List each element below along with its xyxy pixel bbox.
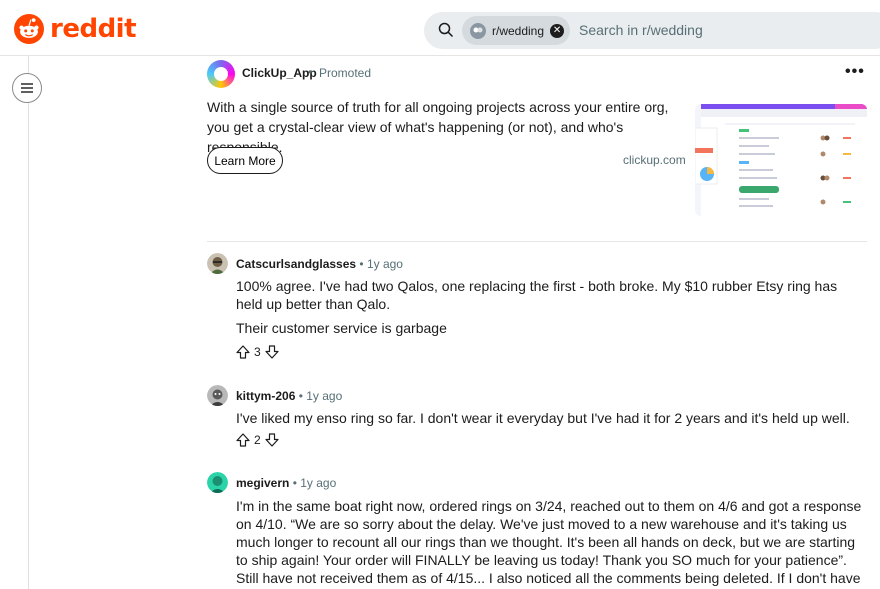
comment-timestamp: • 1y ago [298,389,343,403]
upvote-icon[interactable] [236,433,250,447]
comment-body: 100% agree. I've had two Qalos, one repl… [236,277,866,343]
upvote-icon[interactable] [236,345,250,359]
comment-author[interactable]: megivern • 1y ago [236,476,336,490]
search-input[interactable]: Search in r/wedding [579,22,703,38]
learn-more-button[interactable]: Learn More [207,147,283,174]
top-header: reddit r/wedding ✕ Search in r/wedding [0,0,880,56]
reddit-snoo-icon [14,14,44,44]
reddit-logo[interactable]: reddit [14,14,137,44]
comment: kittym-206 • 1y ago I've liked my enso r… [207,385,872,453]
search-bar[interactable]: r/wedding ✕ Search in r/wedding [424,12,880,49]
vote-score: 3 [254,345,261,359]
left-rail-divider [28,56,29,589]
clickup-logo-icon[interactable] [207,60,235,88]
comment-author[interactable]: Catscurlsandglasses • 1y ago [236,257,403,271]
reddit-wordmark: reddit [50,14,137,44]
more-options-icon[interactable]: ••• [845,63,865,81]
comment-author[interactable]: kittym-206 • 1y ago [236,389,342,403]
promoted-post: ClickUp_App • Promoted ••• With a single… [207,56,867,242]
subreddit-avatar-icon [470,22,486,39]
comment: megivern • 1y ago I'm in the same boat r… [207,472,872,589]
comment-paragraph: I've liked my enso ring so far. I don't … [236,410,850,426]
comment-body: I've liked my enso ring so far. I don't … [236,409,866,433]
subreddit-chip-label: r/wedding [492,23,545,38]
comment-paragraph: 100% agree. I've had two Qalos, one repl… [236,278,838,312]
promoted-label: Promoted [319,66,372,80]
comment-timestamp: • 1y ago [292,476,337,490]
vote-score: 2 [254,433,261,447]
ad-thumbnail-image[interactable] [695,104,867,216]
downvote-icon[interactable] [265,345,279,359]
meta-separator: • [308,65,313,79]
ad-body-text: With a single source of truth for all on… [207,99,669,155]
user-avatar[interactable] [207,385,228,406]
subreddit-scope-chip[interactable]: r/wedding ✕ [462,16,571,45]
hamburger-icon [21,83,33,93]
comment-paragraph: I'm in the same boat right now, ordered … [236,498,862,589]
comment-timestamp: • 1y ago [359,257,403,271]
comment-paragraph: Their customer service is garbage [236,320,447,336]
ad-domain-link[interactable]: clickup.com [623,153,686,167]
menu-button[interactable] [12,73,42,103]
comment: Catscurlsandglasses • 1y ago 100% agree.… [207,253,872,368]
downvote-icon[interactable] [265,433,279,447]
search-icon [438,22,454,38]
advertiser-name[interactable]: ClickUp_App [242,66,317,80]
chip-close-icon[interactable]: ✕ [550,23,565,38]
user-avatar[interactable] [207,253,228,274]
vote-controls: 2 [236,433,279,447]
vote-controls: 3 [236,345,279,359]
comment-body: I'm in the same boat right now, ordered … [236,497,866,589]
user-avatar[interactable] [207,472,228,493]
section-divider [207,241,867,242]
